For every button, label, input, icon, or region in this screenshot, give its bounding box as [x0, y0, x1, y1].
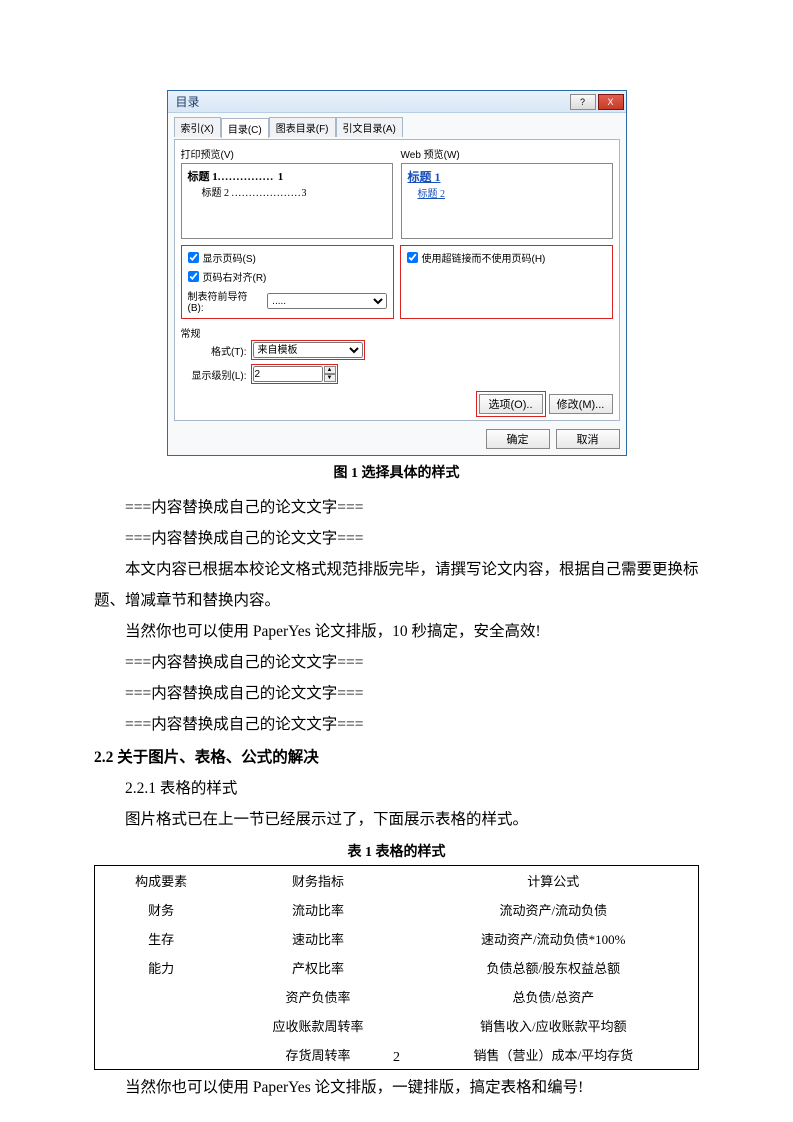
table-cell [95, 982, 228, 1011]
table-cell: 应收账款周转率 [227, 1011, 408, 1040]
table-cell: 产权比率 [227, 953, 408, 982]
paragraph: ===内容替换成自己的论文文字=== [94, 647, 699, 678]
heading-2-2: 2.2 关于图片、表格、公式的解决 [94, 742, 699, 773]
help-button[interactable]: ? [570, 94, 596, 110]
tab-index[interactable]: 索引(X) [174, 117, 221, 137]
preview-h2: 标题 2 [202, 188, 230, 199]
levels-label: 显示级别(L): [181, 367, 247, 382]
preview-h1-page: 1 [278, 171, 284, 183]
leader-label: 制表符前导符(B): [188, 288, 264, 314]
paragraph-table-intro: 图片格式已在上一节已经展示过了，下面展示表格的样式。 [94, 804, 699, 835]
paragraph: ===内容替换成自己的论文文字=== [94, 709, 699, 740]
cancel-button[interactable]: 取消 [556, 429, 620, 449]
preview-h2-page: 3 [302, 188, 307, 199]
options-button[interactable]: 选项(O).. [479, 394, 543, 414]
table-row: 应收账款周转率 销售收入/应收账款平均额 [95, 1011, 699, 1040]
table-cell: 流动资产/流动负债 [409, 895, 699, 924]
table-cell: 销售收入/应收账款平均额 [409, 1011, 699, 1040]
table-cell: 流动比率 [227, 895, 408, 924]
table-cell: 生存 [95, 924, 228, 953]
right-align-label: 页码右对齐(R) [203, 269, 267, 284]
table-cell: 速动资产/流动负债*100% [409, 924, 699, 953]
paragraph-after-table: 当然你也可以使用 PaperYes 论文排版，一键排版，搞定表格和编号! [94, 1072, 699, 1103]
dialog-tabs: 索引(X) 目录(C) 图表目录(F) 引文目录(A) [174, 117, 620, 137]
table-header-cell: 计算公式 [409, 866, 699, 896]
page-number: 2 [0, 1050, 793, 1066]
paragraph: ===内容替换成自己的论文文字=== [94, 492, 699, 523]
table-cell: 资产负债率 [227, 982, 408, 1011]
right-align-checkbox[interactable] [188, 271, 199, 282]
levels-input[interactable] [253, 366, 323, 382]
levels-spinner[interactable]: ▲▼ [324, 366, 336, 382]
table-row: 财务 流动比率 流动资产/流动负债 [95, 895, 699, 924]
close-button[interactable]: X [598, 94, 624, 110]
table-cell: 速动比率 [227, 924, 408, 953]
web-preview-label: Web 预览(W) [401, 146, 613, 161]
paragraph: ===内容替换成自己的论文文字=== [94, 523, 699, 554]
table-1: 构成要素 财务指标 计算公式 财务 流动比率 流动资产/流动负债 生存 速动比率… [94, 865, 699, 1070]
table-row: 资产负债率 总负债/总资产 [95, 982, 699, 1011]
print-preview-label: 打印预览(V) [181, 146, 393, 161]
right-options-box: 使用超链接而不使用页码(H) [400, 245, 613, 319]
tab-figures[interactable]: 图表目录(F) [269, 117, 336, 137]
preview-h1: 标题 1 [188, 171, 218, 183]
paragraph: 当然你也可以使用 PaperYes 论文排版，10 秒搞定，安全高效! [94, 616, 699, 647]
figure-1-caption: 图 1 选择具体的样式 [94, 462, 699, 482]
paragraph: 本文内容已根据本校论文格式规范排版完毕，请撰写论文内容，根据自己需要更换标题、增… [94, 554, 699, 616]
hyperlink-checkbox[interactable] [407, 252, 418, 263]
left-options-box: 显示页码(S) 页码右对齐(R) 制表符前导符(B): ..... [181, 245, 394, 319]
format-select[interactable]: 来自模板 [253, 342, 363, 358]
toc-dialog: 目录 ? X 索引(X) 目录(C) 图表目录(F) 引文目录(A) 打印预览(… [167, 90, 627, 456]
paragraph: ===内容替换成自己的论文文字=== [94, 678, 699, 709]
hyperlink-label: 使用超链接而不使用页码(H) [422, 250, 546, 265]
leader-select[interactable]: ..... [267, 293, 386, 309]
web-preview-h2: 标题 2 [408, 185, 606, 200]
heading-2-2-1: 2.2.1 表格的样式 [94, 773, 699, 804]
tab-toc[interactable]: 目录(C) [221, 118, 269, 138]
general-label: 常规 [181, 325, 613, 340]
dialog-title: 目录 [176, 93, 200, 110]
table-header-row: 构成要素 财务指标 计算公式 [95, 866, 699, 896]
table-cell: 总负债/总资产 [409, 982, 699, 1011]
ok-button[interactable]: 确定 [486, 429, 550, 449]
table-header-cell: 构成要素 [95, 866, 228, 896]
tab-citations[interactable]: 引文目录(A) [336, 117, 403, 137]
table-1-caption: 表 1 表格的样式 [94, 841, 699, 861]
web-preview-h1: 标题 1 [408, 168, 606, 185]
table-cell: 负债总额/股东权益总额 [409, 953, 699, 982]
table-row: 能力 产权比率 负债总额/股东权益总额 [95, 953, 699, 982]
table-cell [95, 1011, 228, 1040]
show-pagenum-label: 显示页码(S) [203, 250, 256, 265]
format-label: 格式(T): [181, 343, 247, 358]
modify-button[interactable]: 修改(M)... [549, 394, 613, 414]
table-cell: 能力 [95, 953, 228, 982]
web-preview: 标题 1 标题 2 [401, 163, 613, 239]
print-preview: 标题 1............... 1 标题 2 .............… [181, 163, 393, 239]
table-header-cell: 财务指标 [227, 866, 408, 896]
show-pagenum-checkbox[interactable] [188, 252, 199, 263]
table-row: 生存 速动比率 速动资产/流动负债*100% [95, 924, 699, 953]
table-cell: 财务 [95, 895, 228, 924]
dialog-titlebar: 目录 ? X [168, 91, 626, 113]
